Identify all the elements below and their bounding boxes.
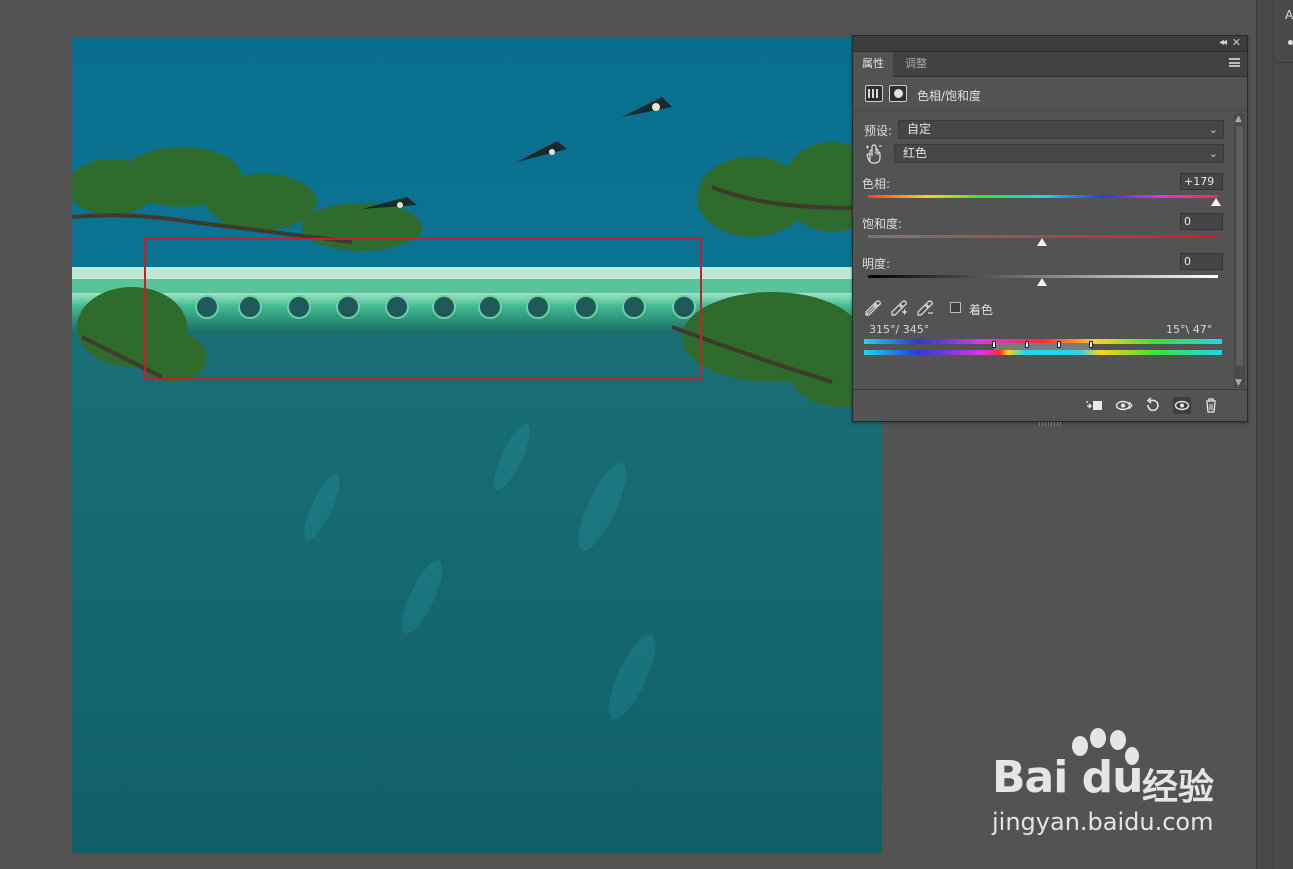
adjustment-header: 色相/饱和度 — [853, 77, 1247, 111]
panel-titlebar: ◂◂ ✕ — [853, 36, 1247, 52]
saturation-label: 饱和度: — [862, 217, 903, 231]
clip-to-layer-icon[interactable] — [1085, 397, 1103, 414]
adjustment-title: 色相/饱和度 — [917, 89, 982, 103]
hue-slider-track[interactable] — [868, 195, 1218, 198]
chevron-down-icon: ⌄ — [1208, 123, 1218, 136]
channel-value: 红色 — [903, 146, 928, 160]
collapse-icon[interactable]: ◂◂ — [1219, 37, 1227, 48]
eyedropper-icon[interactable] — [864, 299, 882, 317]
trash-icon[interactable] — [1202, 397, 1220, 414]
document-canvas[interactable] — [72, 37, 882, 853]
range-handle-right-outer[interactable] — [1089, 341, 1093, 348]
scroll-thumb[interactable] — [1236, 126, 1243, 366]
hue-input[interactable]: +179 — [1180, 173, 1223, 190]
lightness-input[interactable]: 0 — [1180, 253, 1223, 270]
eyedropper-plus-icon[interactable] — [890, 299, 908, 317]
watermark-brand-cn: 经验 — [1142, 767, 1215, 808]
watermark-url: jingyan.baidu.com — [992, 808, 1214, 836]
resize-grip[interactable] — [1039, 422, 1061, 426]
dock-line — [1275, 62, 1293, 63]
targeted-adjustment-hand-icon[interactable] — [865, 144, 883, 164]
saturation-input[interactable]: 0 — [1180, 213, 1223, 230]
right-dock: A — [1256, 0, 1293, 869]
range-handle-left-outer[interactable] — [992, 341, 996, 348]
panel-footer — [853, 389, 1247, 426]
lightness-label: 明度: — [862, 257, 891, 271]
colorize-checkbox[interactable] — [950, 302, 961, 313]
saturation-slider-thumb[interactable] — [1037, 238, 1047, 246]
range-selector[interactable] — [994, 343, 1091, 350]
scroll-down-icon[interactable]: ▼ — [1235, 378, 1242, 388]
visibility-eye-icon[interactable] — [1173, 397, 1191, 414]
hue-slider-thumb[interactable] — [1211, 198, 1221, 206]
range-handle-right-inner[interactable] — [1057, 341, 1061, 348]
panel-menu-icon[interactable] — [1229, 58, 1240, 67]
dock-divider — [1273, 0, 1274, 869]
hue-label: 色相: — [862, 177, 891, 191]
dock-letter: A — [1285, 8, 1293, 22]
range-right-text: 15°\ 47° — [1166, 323, 1213, 336]
range-handle-left-inner[interactable] — [1025, 341, 1029, 348]
close-icon[interactable]: ✕ — [1232, 36, 1241, 49]
preset-label: 预设: — [864, 124, 893, 138]
colorize-label: 着色 — [969, 303, 994, 317]
dock-dot — [1288, 40, 1293, 45]
reset-icon[interactable] — [1144, 397, 1162, 414]
properties-panel: ◂◂ ✕ 属性 调整 色相/饱和度 预设: 自定 ⌄ 红色 ⌄ 色相: +179… — [852, 35, 1248, 426]
panel-scrollbar[interactable]: ▲ ▼ — [1234, 114, 1245, 388]
tab-properties[interactable]: 属性 — [853, 52, 893, 77]
lightness-slider-thumb[interactable] — [1037, 278, 1047, 286]
preset-dropdown[interactable]: 自定 ⌄ — [898, 120, 1224, 139]
preset-value: 自定 — [907, 122, 932, 136]
range-left-text: 315°/ 345° — [869, 323, 930, 336]
eyedropper-minus-icon[interactable] — [916, 299, 934, 317]
panel-tabs: 属性 调整 — [853, 52, 1247, 77]
chevron-down-icon: ⌄ — [1208, 147, 1218, 160]
view-previous-state-icon[interactable] — [1115, 397, 1133, 414]
mask-icon[interactable] — [889, 85, 907, 102]
watermark-brand: Bai du — [992, 752, 1143, 803]
output-range-bar — [864, 350, 1222, 355]
channel-dropdown[interactable]: 红色 ⌄ — [894, 144, 1224, 163]
adjustment-layer-icon[interactable] — [865, 85, 883, 102]
tab-adjustments[interactable]: 调整 — [896, 52, 936, 77]
canvas-image — [72, 97, 882, 853]
scroll-up-icon[interactable]: ▲ — [1235, 114, 1242, 124]
